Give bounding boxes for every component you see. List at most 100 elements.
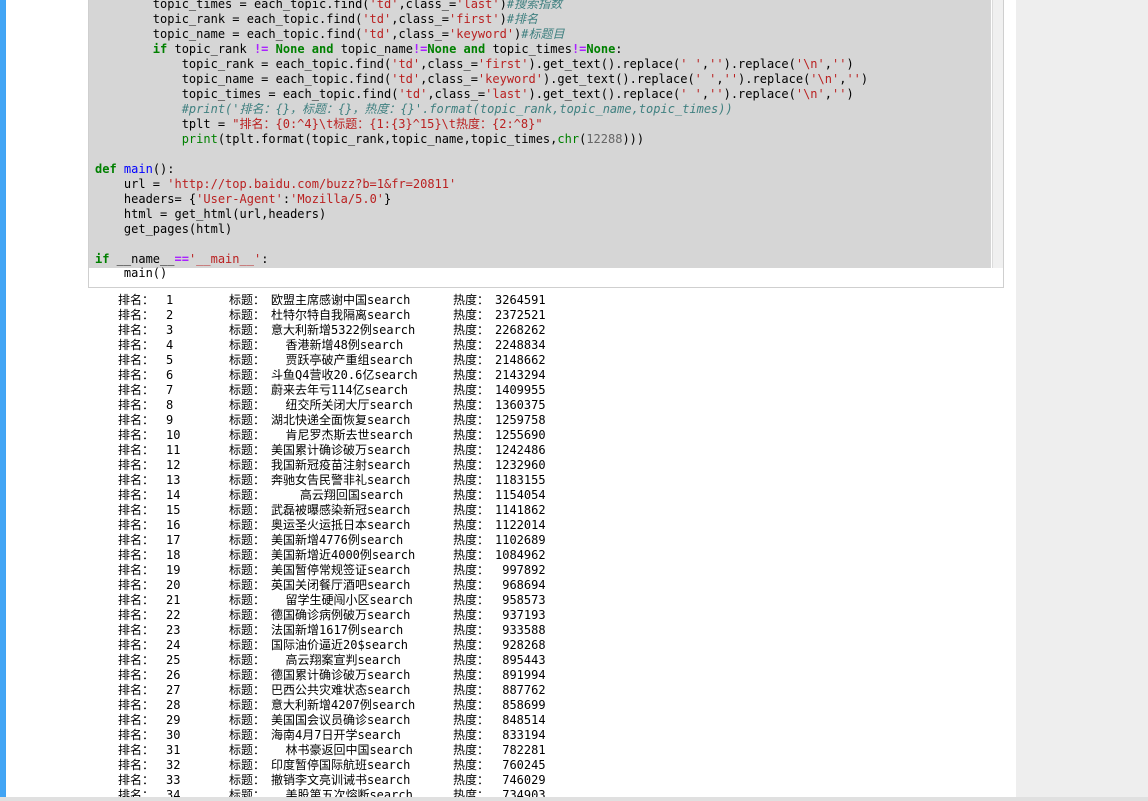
output-rank-value: 16 bbox=[166, 518, 181, 532]
output-heat-label: 热度： bbox=[453, 578, 490, 592]
output-rank-value: 30 bbox=[166, 728, 181, 742]
output-row: 排名： 32 标题： 印度暂停国际航班search 热度： 760245 bbox=[118, 758, 998, 773]
output-row: 排名： 30 标题： 海南4月7日开学search 热度： 833194 bbox=[118, 728, 998, 743]
output-rank-value: 4 bbox=[166, 338, 174, 352]
output-rank-value: 14 bbox=[166, 488, 181, 502]
output-title-value: 斗鱼Q4营收20.6亿search bbox=[271, 368, 418, 382]
output-title-label: 标题： bbox=[229, 533, 266, 547]
page-scroll-area[interactable] bbox=[1016, 0, 1148, 801]
code-cell[interactable]: topic_times = each_topic.find('td',class… bbox=[88, 0, 1004, 288]
output-heat-value: 3264591 bbox=[495, 293, 546, 307]
output-heat-value: 760245 bbox=[495, 758, 546, 772]
output-title-label: 标题： bbox=[229, 638, 266, 652]
output-title-value: 留学生硬闯小区search bbox=[271, 593, 413, 607]
output-heat-label: 热度： bbox=[453, 773, 490, 787]
code-editor[interactable]: topic_times = each_topic.find('td',class… bbox=[95, 0, 868, 267]
output-title-label: 标题： bbox=[229, 398, 266, 412]
output-title-value: 意大利新增4207例search bbox=[271, 698, 416, 712]
output-heat-label: 热度： bbox=[453, 413, 490, 427]
output-title-value: 德国累计确诊破万search bbox=[271, 668, 411, 682]
code-input-area[interactable]: topic_times = each_topic.find('td',class… bbox=[89, 0, 991, 268]
output-title-label: 标题： bbox=[229, 698, 266, 712]
output-title-value: 香港新增48例search bbox=[271, 338, 404, 352]
output-heat-value: 1084962 bbox=[495, 548, 546, 562]
output-heat-label: 热度： bbox=[453, 713, 490, 727]
output-rank-label: 排名： bbox=[118, 728, 155, 742]
output-heat-label: 热度： bbox=[453, 548, 490, 562]
code-line-14: headers= {'User-Agent':'Mozilla/5.0'} bbox=[95, 192, 392, 206]
output-rank-label: 排名： bbox=[118, 713, 155, 727]
output-heat-value: 928268 bbox=[495, 638, 546, 652]
output-title-value: 德国确诊病例破万search bbox=[271, 608, 411, 622]
output-rank-label: 排名： bbox=[118, 773, 155, 787]
output-title-label: 标题： bbox=[229, 518, 266, 532]
output-title-value: 蔚来去年亏114亿search bbox=[271, 383, 409, 397]
cell-output-area: 排名： 1 标题： 欧盟主席感谢中国search 热度： 3264591 排名： 2 标题： 杜特… bbox=[118, 293, 998, 801]
output-rank-label: 排名： bbox=[118, 458, 155, 472]
code-line-2: topic_rank = each_topic.find('td',class_… bbox=[95, 12, 539, 26]
output-title-label: 标题： bbox=[229, 623, 266, 637]
output-title-label: 标题： bbox=[229, 383, 266, 397]
output-rank-label: 排名： bbox=[118, 473, 155, 487]
output-row: 排名： 25 标题： 高云翔案宣判search 热度： 895443 bbox=[118, 653, 998, 668]
output-heat-value: 891994 bbox=[495, 668, 546, 682]
output-heat-label: 热度： bbox=[453, 323, 490, 337]
output-title-label: 标题： bbox=[229, 653, 266, 667]
output-title-label: 标题： bbox=[229, 338, 266, 352]
output-rank-label: 排名： bbox=[118, 488, 155, 502]
output-title-value: 杜特尔特自我隔离search bbox=[271, 308, 411, 322]
output-rank-label: 排名： bbox=[118, 428, 155, 442]
output-heat-label: 热度： bbox=[453, 563, 490, 577]
output-rank-label: 排名： bbox=[118, 398, 155, 412]
output-title-value: 林书豪返回中国search bbox=[271, 743, 413, 757]
output-rank-value: 18 bbox=[166, 548, 181, 562]
output-title-value: 英国关闭餐厅酒吧search bbox=[271, 578, 411, 592]
output-heat-label: 热度： bbox=[453, 623, 490, 637]
output-title-label: 标题： bbox=[229, 593, 266, 607]
output-rank-label: 排名： bbox=[118, 563, 155, 577]
output-title-value: 高云翔案宣判search bbox=[271, 653, 401, 667]
output-heat-label: 热度： bbox=[453, 683, 490, 697]
output-row: 排名： 26 标题： 德国累计确诊破万search 热度： 891994 bbox=[118, 668, 998, 683]
output-rank-value: 15 bbox=[166, 503, 181, 517]
output-rank-label: 排名： bbox=[118, 338, 155, 352]
output-rank-label: 排名： bbox=[118, 503, 155, 517]
output-title-label: 标题： bbox=[229, 578, 266, 592]
output-row: 排名： 31 标题： 林书豪返回中国search 热度： 782281 bbox=[118, 743, 998, 758]
code-line-6: topic_name = each_topic.find('td',class_… bbox=[95, 72, 869, 86]
output-heat-value: 848514 bbox=[495, 713, 546, 727]
output-rank-value: 1 bbox=[166, 293, 174, 307]
output-title-label: 标题： bbox=[229, 668, 266, 682]
output-title-value: 美国新增近4000例search bbox=[271, 548, 416, 562]
output-rank-label: 排名： bbox=[118, 533, 155, 547]
output-title-value: 撤销李文亮训诫书search bbox=[271, 773, 411, 787]
output-heat-value: 958573 bbox=[495, 593, 546, 607]
output-rank-label: 排名： bbox=[118, 758, 155, 772]
cell-scrollbar[interactable] bbox=[992, 0, 1003, 268]
output-rank-value: 32 bbox=[166, 758, 181, 772]
output-title-value: 国际油价逼近20$search bbox=[271, 638, 409, 652]
output-rank-label: 排名： bbox=[118, 653, 155, 667]
output-rank-value: 7 bbox=[166, 383, 174, 397]
output-title-value: 意大利新增5322例search bbox=[271, 323, 416, 337]
output-heat-value: 1102689 bbox=[495, 533, 546, 547]
output-row: 排名： 27 标题： 巴西公共灾难状态search 热度： 887762 bbox=[118, 683, 998, 698]
output-heat-label: 热度： bbox=[453, 353, 490, 367]
output-heat-value: 2143294 bbox=[495, 368, 546, 382]
output-rank-value: 23 bbox=[166, 623, 181, 637]
output-rank-value: 25 bbox=[166, 653, 181, 667]
output-row: 排名： 12 标题： 我国新冠疫苗注射search 热度： 1232960 bbox=[118, 458, 998, 473]
output-heat-label: 热度： bbox=[453, 488, 490, 502]
output-heat-label: 热度： bbox=[453, 383, 490, 397]
code-line-7: topic_times = each_topic.find('td',class… bbox=[95, 87, 854, 101]
code-line-9: tplt = "排名：{0:^4}\t标题：{1:{3}^15}\t热度：{2:… bbox=[95, 117, 543, 131]
output-title-label: 标题： bbox=[229, 743, 266, 757]
output-title-value: 贾跃亭破产重组search bbox=[271, 353, 413, 367]
output-rank-label: 排名： bbox=[118, 293, 155, 307]
output-heat-label: 热度： bbox=[453, 698, 490, 712]
output-heat-label: 热度： bbox=[453, 533, 490, 547]
output-title-value: 高云翔回国search bbox=[271, 488, 404, 502]
output-row: 排名： 16 标题： 奥运圣火运抵日本search 热度： 1122014 bbox=[118, 518, 998, 533]
output-heat-value: 2148662 bbox=[495, 353, 546, 367]
output-heat-label: 热度： bbox=[453, 758, 490, 772]
